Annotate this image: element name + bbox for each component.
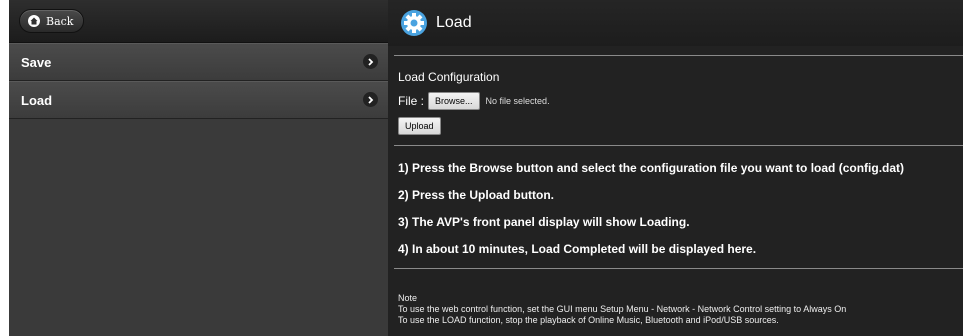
sidebar-item-save[interactable]: Save — [9, 43, 388, 81]
sidebar: Back Save Load — [9, 0, 388, 336]
chevron-right-icon — [363, 92, 378, 107]
note-line: To use the web control function, set the… — [398, 304, 847, 314]
note-section: Note To use the web control function, se… — [388, 269, 963, 326]
section-title: Load Configuration — [398, 70, 500, 84]
upload-button[interactable]: Upload — [398, 117, 441, 135]
instruction-step: 3) The AVP's front panel display will sh… — [398, 215, 690, 229]
chevron-right-icon — [363, 54, 378, 69]
note-title: Note — [398, 293, 418, 303]
file-status: No file selected. — [485, 96, 550, 106]
file-row: File : Browse... No file selected. — [398, 92, 953, 110]
sidebar-item-load[interactable]: Load — [9, 81, 388, 119]
instructions: 1) Press the Browse button and select th… — [388, 146, 963, 256]
instruction-step: 4) In about 10 minutes, Load Completed w… — [398, 242, 757, 256]
main-panel: Load Load Configuration File : Browse...… — [388, 0, 963, 336]
gear-icon — [401, 10, 427, 36]
browse-button[interactable]: Browse... — [428, 92, 480, 110]
home-icon — [28, 15, 40, 27]
instruction-step: 1) Press the Browse button and select th… — [398, 161, 905, 175]
file-label: File : — [398, 94, 425, 108]
page-header: Load — [388, 0, 963, 46]
page-title: Load — [436, 14, 472, 31]
load-configuration-section: Load Configuration File : Browse... No f… — [388, 56, 963, 135]
back-button-label: Back — [46, 14, 74, 28]
sidebar-header: Back — [9, 0, 388, 43]
back-button[interactable]: Back — [19, 9, 85, 33]
instruction-step: 2) Press the Upload button. — [398, 188, 555, 202]
sidebar-item-label: Save — [21, 54, 52, 70]
sidebar-item-label: Load — [21, 92, 53, 108]
note-line: To use the LOAD function, stop the playb… — [398, 315, 779, 325]
